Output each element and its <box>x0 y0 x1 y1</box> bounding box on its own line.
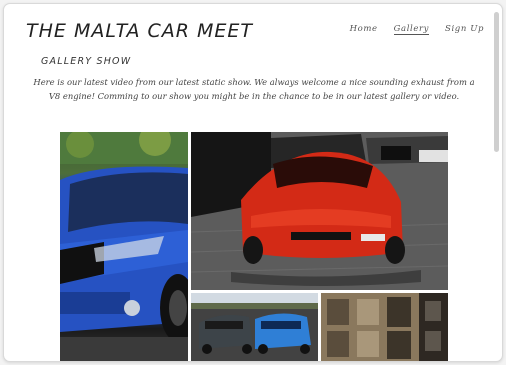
site-title[interactable]: THE MALTA CAR MEET <box>26 20 253 42</box>
nav-sign-up[interactable]: Sign Up <box>445 24 484 35</box>
red-sports-car-image <box>191 132 448 290</box>
browser-window: THE MALTA CAR MEET Home Gallery Sign Up … <box>3 3 503 362</box>
photo-gallery <box>60 132 448 361</box>
gallery-intro-text: Here is our latest video from our latest… <box>33 77 475 101</box>
main-nav: Home Gallery Sign Up <box>350 24 484 35</box>
gallery-photo-blue-car[interactable] <box>60 132 188 361</box>
building-image <box>321 293 448 361</box>
blue-car-image <box>60 132 188 361</box>
nav-gallery[interactable]: Gallery <box>393 24 430 35</box>
nav-home[interactable]: Home <box>350 24 378 35</box>
gallery-photo-red-sports-car[interactable] <box>191 132 448 290</box>
gallery-photo-building[interactable] <box>321 293 448 361</box>
parked-cars-image <box>191 293 318 361</box>
scrollbar[interactable] <box>494 12 499 152</box>
gallery-photo-parked-cars[interactable] <box>191 293 318 361</box>
section-title: GALLERY SHOW <box>41 56 132 67</box>
